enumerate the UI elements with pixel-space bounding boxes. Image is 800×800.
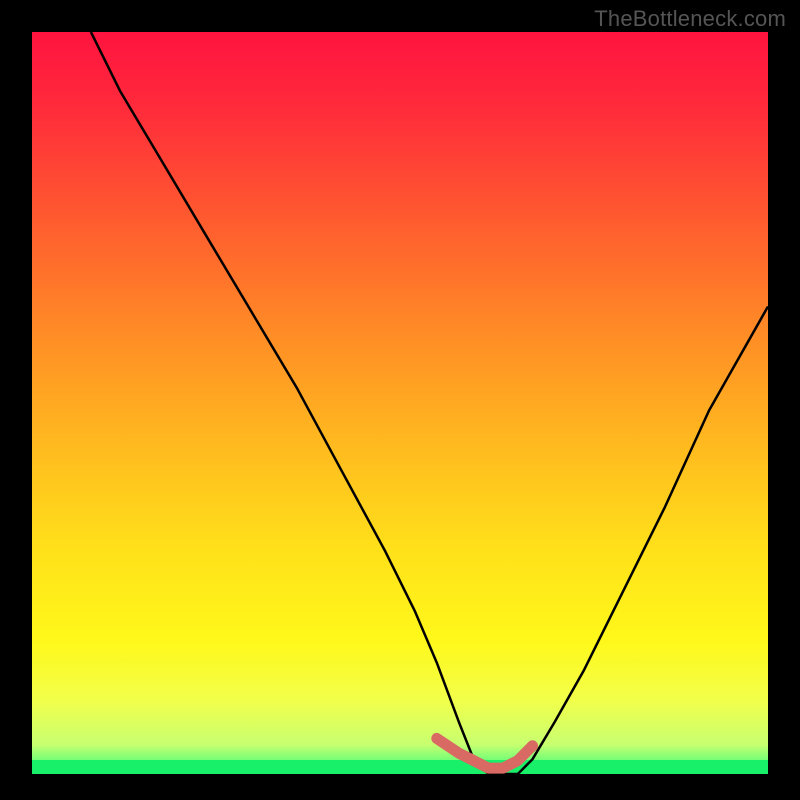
green-bottom-strip bbox=[32, 760, 768, 774]
chart-frame: TheBottleneck.com bbox=[0, 0, 800, 800]
plot-area bbox=[32, 32, 768, 774]
plot-svg bbox=[32, 32, 768, 774]
watermark-text: TheBottleneck.com bbox=[594, 6, 786, 32]
gradient-background bbox=[32, 32, 768, 774]
